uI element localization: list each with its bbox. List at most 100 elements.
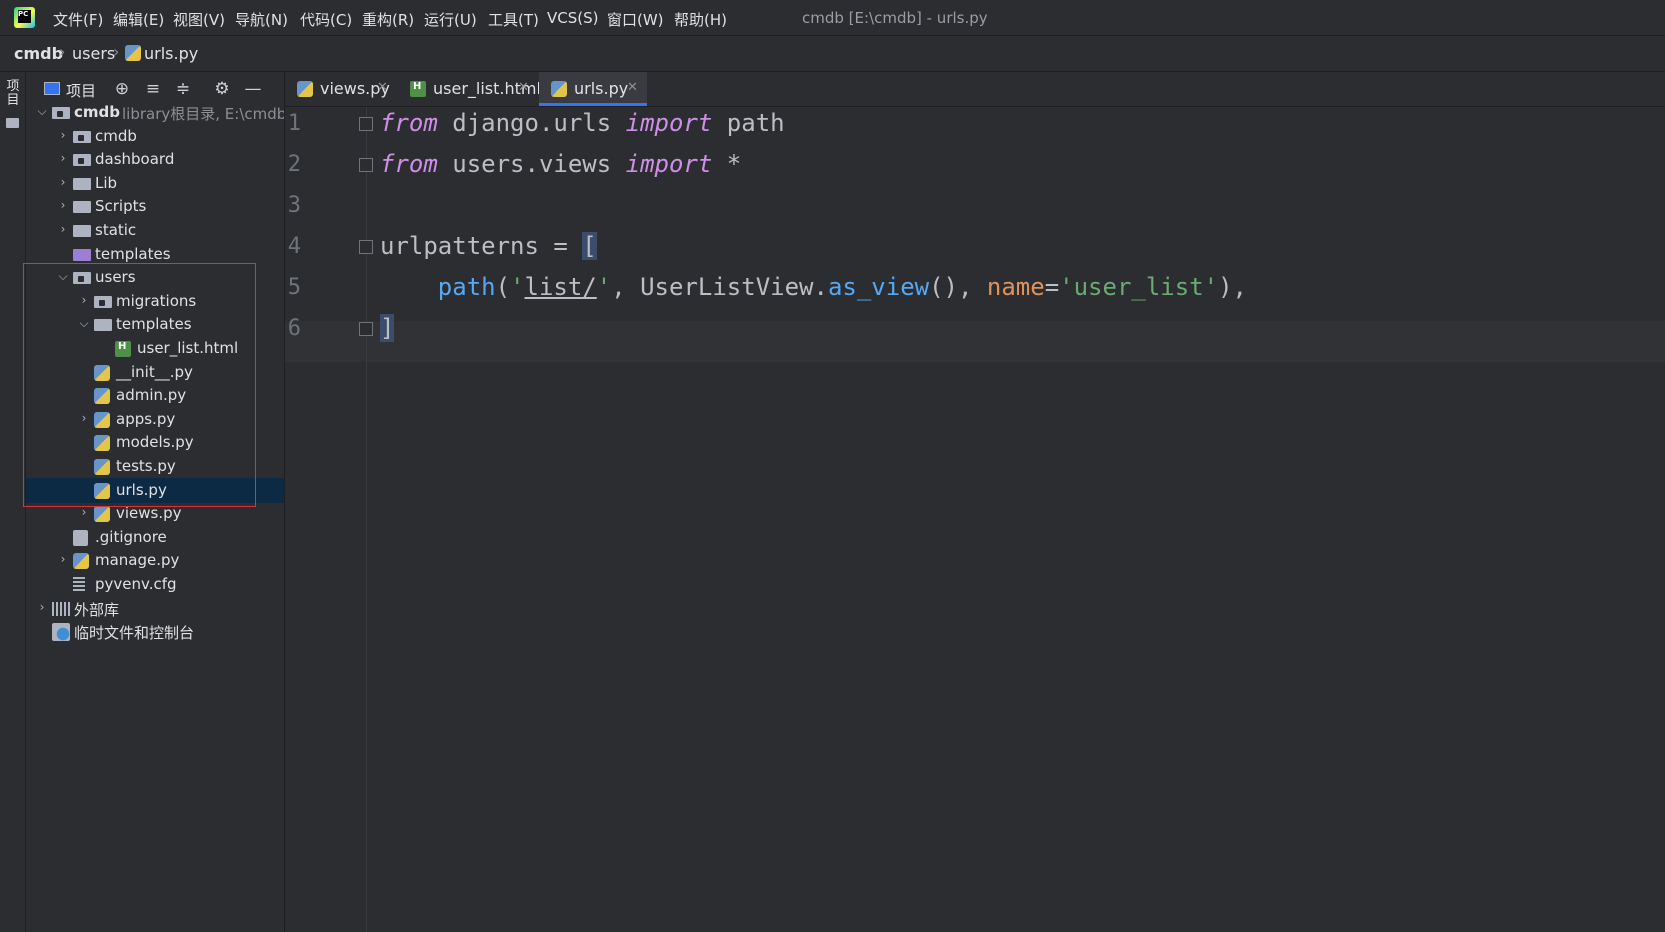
code-line[interactable]: path('list/', UserListView.as_view(), na… — [380, 273, 1247, 301]
chevron-right-icon[interactable]: › — [57, 222, 69, 236]
chevron-down-icon[interactable]: ⌵ — [36, 104, 48, 118]
tree-item-label: pyvenv.cfg — [95, 575, 177, 593]
tree-item-init-py[interactable]: __init__.py — [26, 360, 284, 385]
menu-item-8[interactable]: VCS(S) — [547, 9, 598, 27]
code-line[interactable]: ] — [380, 314, 395, 342]
chevron-down-icon[interactable]: ⌵ — [57, 269, 69, 283]
project-panel: 项目 ⊕ ≡ ≑ ⚙ — ⌵ cmdb library根目录, E:\cmdb › cm… — [26, 72, 285, 932]
expand-all-icon[interactable]: ≡ — [144, 80, 162, 98]
tree-item-gitignore[interactable]: .gitignore — [26, 525, 284, 550]
tree-item-apps-py[interactable]: › apps.py — [26, 407, 284, 432]
menu-item-2[interactable]: 视图(V) — [173, 9, 225, 30]
tree-item-cmdb[interactable]: ⌵ cmdb library根目录, E:\cmdb — [26, 100, 284, 125]
tree-item-label: manage.py — [95, 551, 180, 570]
menu-item-3[interactable]: 导航(N) — [235, 9, 288, 30]
project-panel-title[interactable]: 项目 — [66, 80, 96, 101]
pycharm-logo-icon: PC — [14, 7, 35, 28]
module-folder-icon — [94, 295, 112, 308]
code-line[interactable]: urlpatterns = [ — [380, 232, 597, 260]
tree-item-label: user_list.html — [137, 339, 239, 357]
collapse-all-icon[interactable]: ≑ — [174, 80, 192, 98]
fold-marker-icon[interactable] — [359, 322, 373, 336]
code-token: urlpatterns = — [380, 232, 583, 260]
fold-marker-icon[interactable] — [359, 158, 373, 172]
tab-user-list-html[interactable]: user_list.html✕ — [398, 72, 541, 106]
chevron-right-icon[interactable]: › — [57, 128, 69, 142]
python-file-icon — [94, 435, 110, 452]
tree-item-scripts[interactable]: › Scripts — [26, 194, 284, 219]
python-file-icon — [94, 364, 110, 381]
tree-item-static[interactable]: › static — [26, 218, 284, 243]
tab-urls-py[interactable]: urls.py ✕ — [539, 72, 647, 106]
code-area[interactable] — [375, 107, 1665, 932]
tree-item-users[interactable]: ⌵ users — [26, 265, 284, 290]
tree-item-migrations[interactable]: › migrations — [26, 289, 284, 314]
tree-item-[interactable]: 临时文件和控制台 — [26, 619, 284, 644]
chevron-right-icon[interactable]: › — [57, 175, 69, 189]
line-number: 2 — [287, 152, 301, 177]
code-line[interactable]: from django.urls import path — [380, 109, 785, 137]
code-token: import — [625, 109, 713, 137]
breadcrumb-item-cmdb[interactable]: cmdb — [14, 44, 63, 63]
tree-item-admin-py[interactable]: admin.py — [26, 383, 284, 408]
tree-item-label: cmdb — [74, 103, 120, 121]
close-icon[interactable]: ✕ — [377, 80, 388, 95]
tree-item-manage-py[interactable]: › manage.py — [26, 548, 284, 573]
tab-label: urls.py — [574, 79, 629, 98]
tree-item-dashboard[interactable]: › dashboard — [26, 147, 284, 172]
breadcrumb-item-urls[interactable]: urls.py — [144, 44, 198, 63]
code-line[interactable]: from users.views import * — [380, 150, 741, 178]
menu-item-1[interactable]: 编辑(E) — [113, 9, 164, 30]
tree-item-label: Lib — [95, 173, 118, 192]
folder-icon[interactable] — [6, 118, 19, 128]
tree-item-lib[interactable]: › Lib — [26, 171, 284, 196]
code-token: ' — [596, 273, 612, 301]
tree-item-label: users — [95, 268, 136, 287]
menu-item-6[interactable]: 运行(U) — [424, 9, 477, 30]
tree-item-models-py[interactable]: models.py — [26, 430, 284, 455]
breadcrumb-item-users[interactable]: users — [72, 44, 115, 63]
close-icon[interactable]: ✕ — [627, 80, 638, 95]
menu-item-9[interactable]: 窗口(W) — [607, 9, 664, 30]
tree-item-tests-py[interactable]: tests.py — [26, 454, 284, 479]
chevron-right-icon[interactable]: › — [78, 411, 90, 425]
folder-icon — [73, 177, 91, 190]
fold-marker-icon[interactable] — [359, 117, 373, 131]
tree-item-cmdb[interactable]: › cmdb — [26, 124, 284, 149]
folder-icon — [73, 201, 91, 214]
chevron-down-icon[interactable]: ⌵ — [78, 316, 90, 330]
locate-icon[interactable]: ⊕ — [113, 80, 131, 98]
tree-item-views-py[interactable]: › views.py — [26, 501, 284, 526]
tree-item-hint: library根目录, E:\cmdb — [122, 105, 285, 123]
fold-marker-icon[interactable] — [359, 240, 373, 254]
tree-item-templates[interactable]: templates — [26, 242, 284, 267]
menu-item-10[interactable]: 帮助(H) — [674, 9, 727, 30]
menu-item-4[interactable]: 代码(C) — [300, 9, 352, 30]
project-tool-window-button[interactable]: 项目 — [4, 80, 22, 108]
chevron-right-icon[interactable]: › — [57, 552, 69, 566]
left-tool-stripe: 项目 — [0, 72, 26, 932]
html-file-icon — [115, 341, 131, 357]
chevron-right-icon[interactable]: › — [57, 151, 69, 165]
code-token: users.views — [437, 150, 626, 178]
menu-item-0[interactable]: 文件(F) — [53, 9, 103, 30]
tree-item-[interactable]: › 外部库 — [26, 596, 284, 621]
close-icon[interactable]: ✕ — [518, 80, 529, 95]
code-token: ] — [380, 314, 395, 342]
python-file-icon — [94, 506, 110, 523]
gear-icon[interactable]: ⚙ — [213, 80, 231, 98]
tree-item-pyvenv-cfg[interactable]: pyvenv.cfg — [26, 572, 284, 597]
chevron-right-icon[interactable]: › — [78, 293, 90, 307]
menu-item-7[interactable]: 工具(T) — [488, 9, 539, 30]
chevron-right-icon[interactable]: › — [78, 505, 90, 519]
chevron-right-icon[interactable]: › — [36, 600, 48, 614]
tree-item-label: models.py — [116, 433, 194, 452]
menu-item-5[interactable]: 重构(R) — [362, 9, 414, 30]
tree-item-urls-py[interactable]: urls.py — [26, 477, 284, 503]
tree-item-user-list-html[interactable]: user_list.html — [26, 336, 284, 361]
tab-views-py[interactable]: views.py ✕ — [285, 72, 397, 106]
code-editor[interactable] — [285, 107, 1665, 932]
minimize-icon[interactable]: — — [244, 80, 262, 98]
tree-item-templates[interactable]: ⌵ templates — [26, 312, 284, 337]
chevron-right-icon[interactable]: › — [57, 198, 69, 212]
